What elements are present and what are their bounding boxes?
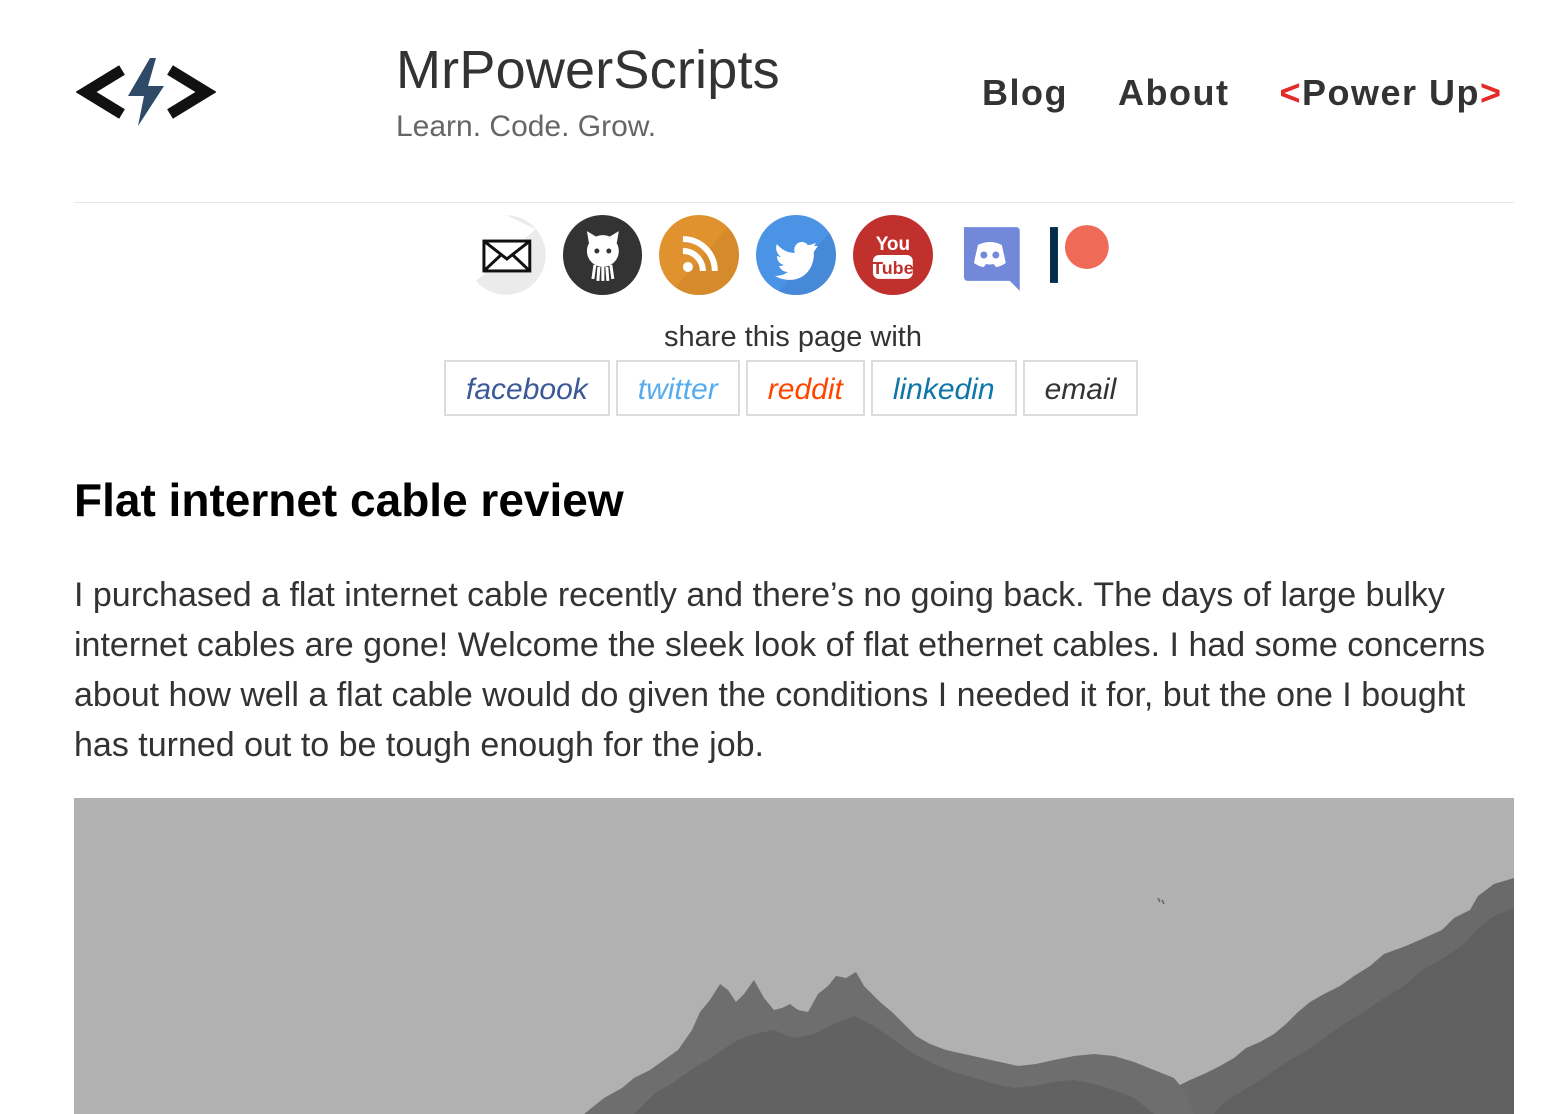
svg-text:Tube: Tube (872, 258, 914, 278)
share-facebook-link[interactable]: facebook (444, 360, 610, 416)
patreon-icon[interactable] (1046, 215, 1126, 295)
share-email-link[interactable]: email (1022, 360, 1139, 416)
nav-power-up[interactable]: <Power Up> (1279, 72, 1502, 114)
site-header: MrPowerScripts Learn. Code. Grow. Blog A… (74, 0, 1514, 202)
site-title[interactable]: MrPowerScripts (396, 40, 780, 100)
share-links: facebook twitter reddit linkedin email (444, 360, 1139, 416)
hero-image (74, 798, 1514, 1114)
bracket-open: < (1279, 72, 1302, 113)
email-icon[interactable] (466, 215, 546, 295)
code-bolt-logo-icon (75, 58, 217, 126)
bracket-close: > (1480, 72, 1503, 113)
share-linkedin-link[interactable]: linkedin (870, 360, 1017, 416)
site-logo[interactable] (75, 56, 217, 128)
discord-icon[interactable] (950, 215, 1030, 295)
header-divider (74, 202, 1514, 203)
post-title: Flat internet cable review (74, 474, 624, 526)
twitter-icon[interactable] (756, 215, 836, 295)
nav-power-up-label: Power Up (1301, 72, 1481, 113)
share-reddit-link[interactable]: reddit (745, 360, 865, 416)
svg-text:You: You (876, 234, 910, 255)
mountain-landscape-image (74, 798, 1514, 1114)
nav-blog[interactable]: Blog (982, 72, 1068, 114)
share-twitter-link[interactable]: twitter (615, 360, 740, 416)
nav-about[interactable]: About (1118, 72, 1229, 114)
social-links: You Tube (466, 214, 1126, 296)
share-label: share this page with (664, 321, 922, 353)
rss-icon[interactable] (659, 215, 740, 295)
youtube-icon[interactable]: You Tube (852, 215, 933, 295)
main-nav: Blog About <Power Up> (982, 72, 1503, 114)
site-tagline: Learn. Code. Grow. (396, 110, 657, 143)
post-body: I purchased a flat internet cable recent… (74, 576, 1486, 764)
github-icon[interactable] (562, 215, 643, 295)
